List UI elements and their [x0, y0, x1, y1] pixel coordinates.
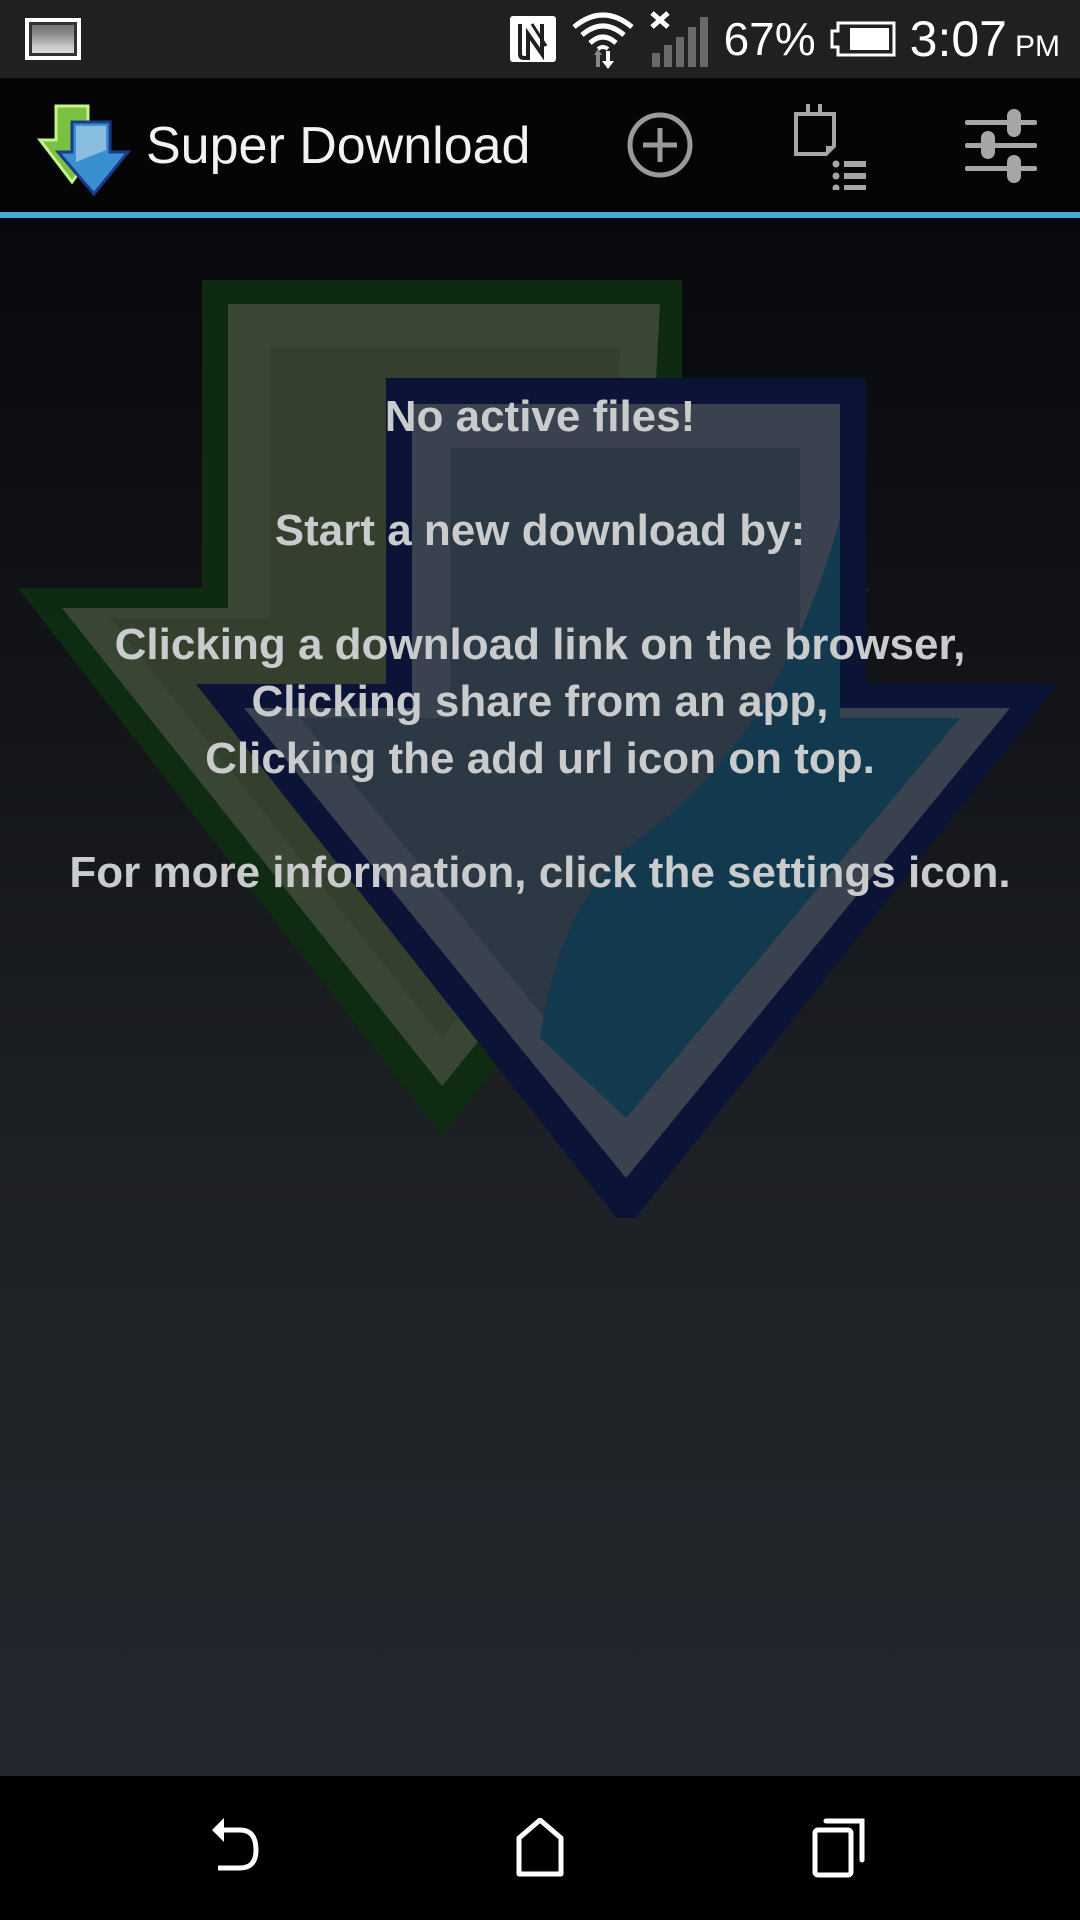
downloads-list-empty: No active files! Start a new download by… — [0, 218, 1080, 1776]
sliders-icon — [965, 109, 1037, 183]
battery-icon — [830, 21, 896, 57]
empty-state-title: No active files! — [384, 392, 696, 441]
add-circle-icon — [627, 112, 693, 178]
wifi-icon — [570, 9, 636, 69]
clock-time: 3:07 — [909, 11, 1007, 67]
status-icons: 67% 3:07 PM — [509, 0, 1060, 78]
empty-state-message: No active files! Start a new download by… — [0, 388, 1080, 901]
add-url-button[interactable] — [610, 78, 710, 212]
action-bar: Super Download — [0, 78, 1080, 212]
navigation-bar — [0, 1776, 1080, 1920]
clock-ampm: PM — [1015, 30, 1060, 63]
schedule-list-button[interactable] — [780, 78, 880, 212]
recent-apps-button[interactable] — [750, 1776, 930, 1920]
home-icon — [516, 1818, 564, 1877]
empty-state-method: Clicking share from an app, — [251, 677, 829, 726]
app-title: Super Download — [146, 117, 531, 175]
empty-state-method: Clicking the add url icon on top. — [205, 734, 875, 783]
back-icon — [212, 1818, 259, 1871]
signal-no-service-icon — [649, 11, 710, 67]
battery-percent: 67% — [723, 13, 816, 65]
home-button[interactable] — [450, 1776, 630, 1920]
empty-state-footer: For more information, click the settings… — [69, 848, 1011, 897]
empty-state-method: Clicking a download link on the browser, — [114, 620, 966, 669]
empty-state-intro: Start a new download by: — [274, 506, 806, 555]
clock: 3:07 PM — [910, 10, 1060, 68]
gallery-notification-icon — [25, 18, 81, 60]
settings-button[interactable] — [946, 78, 1056, 212]
calendar-list-icon — [794, 104, 866, 190]
nfc-icon — [509, 16, 556, 62]
super-download-logo-icon[interactable] — [36, 100, 132, 197]
back-button[interactable] — [150, 1776, 330, 1920]
recent-apps-icon — [812, 1818, 865, 1878]
status-bar: 67% 3:07 PM — [0, 0, 1080, 78]
